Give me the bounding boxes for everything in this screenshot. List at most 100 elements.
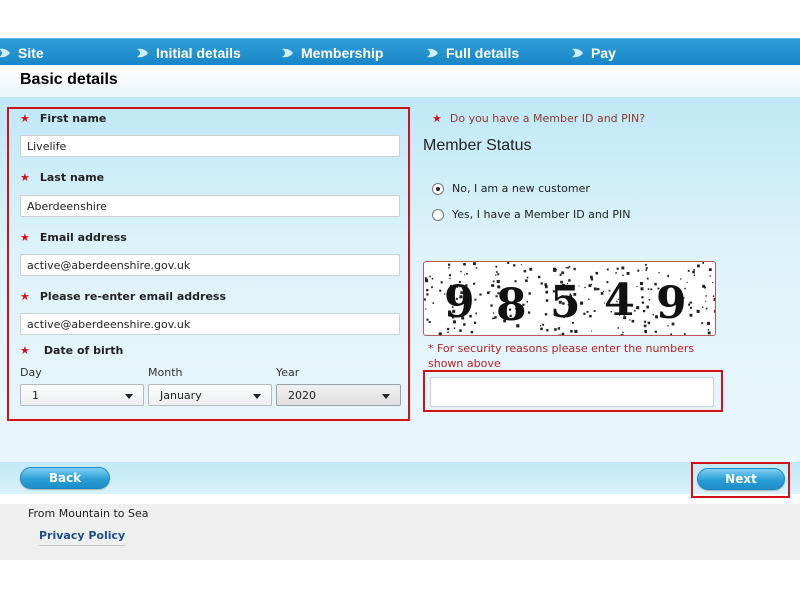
captcha-noise-dot: [588, 298, 590, 300]
dob-year-value: 2020: [288, 388, 316, 402]
captcha-noise-dot: [540, 282, 543, 285]
captcha-noise-dot: [646, 277, 649, 280]
captcha-noise-dot: [463, 263, 466, 266]
step-pay[interactable]: Pay: [571, 43, 616, 62]
captcha-noise-dot: [545, 290, 549, 294]
captcha-noise-dot: [686, 281, 688, 283]
captcha-noise-dot: [561, 332, 565, 335]
captcha-noise-dot: [432, 302, 435, 304]
captcha-noise-dot: [479, 293, 482, 296]
captcha-noise-dot: [554, 328, 557, 331]
captcha-noise-dot: [558, 334, 562, 335]
captcha-noise-dot: [697, 264, 700, 268]
radio-new-customer[interactable]: No, I am a new customer: [432, 182, 590, 195]
captcha-noise-dot: [475, 312, 478, 315]
captcha-noise-dot: [591, 330, 592, 332]
captcha-noise-dot: [636, 306, 640, 310]
last-name-label: ★ Last name: [20, 171, 105, 184]
dob-day-label: Day: [20, 366, 42, 379]
captcha-noise-dot: [705, 295, 707, 297]
captcha-noise-dot: [707, 331, 711, 335]
captcha-noise-dot: [492, 280, 495, 283]
captcha-noise-dot: [439, 289, 442, 292]
chevron-down-icon: [125, 394, 133, 399]
captcha-noise-dot: [702, 262, 704, 264]
captcha-noise-dot: [438, 332, 442, 335]
captcha-noise-dot: [583, 312, 586, 315]
captcha-noise-dot: [645, 267, 648, 269]
radio-button[interactable]: [432, 208, 444, 221]
captcha-noise-dot: [470, 331, 474, 334]
captcha-noise-dot: [553, 267, 557, 271]
captcha-noise-dot: [523, 269, 527, 273]
radio-label: No, I am a new customer: [452, 182, 590, 195]
captcha-noise-dot: [714, 311, 715, 313]
footer-tagline: From Mountain to Sea: [28, 507, 149, 520]
captcha-noise-dot: [652, 314, 654, 316]
captcha-noise-dot: [589, 314, 592, 318]
captcha-noise-dot: [641, 296, 644, 299]
captcha-noise-dot: [431, 277, 434, 280]
captcha-noise-dot: [590, 275, 593, 279]
captcha-noise-dot: [643, 324, 647, 328]
captcha-noise-dot: [538, 275, 541, 279]
captcha-noise-dot: [705, 300, 707, 302]
back-button[interactable]: Back: [20, 467, 110, 489]
captcha-noise-dot: [497, 273, 500, 276]
captcha-input[interactable]: [430, 377, 714, 407]
step-arrow-icon: [572, 48, 583, 57]
email-confirm-input[interactable]: [20, 313, 400, 335]
captcha-noise-dot: [713, 297, 715, 301]
title-bar: Basic details: [0, 65, 800, 97]
captcha-noise-dot: [654, 330, 657, 333]
dob-year-select[interactable]: 2020: [276, 384, 401, 406]
first-name-input[interactable]: [20, 135, 400, 157]
email-input[interactable]: [20, 254, 400, 276]
captcha-noise-dot: [540, 327, 543, 331]
captcha-noise-dot: [426, 318, 429, 321]
chevron-down-icon: [382, 394, 390, 399]
captcha-noise-dot: [690, 306, 692, 309]
step-membership[interactable]: Membership: [281, 43, 383, 62]
captcha-noise-dot: [683, 333, 686, 335]
captcha-noise-dot: [495, 265, 498, 268]
captcha-noise-dot: [712, 295, 715, 297]
captcha-noise-dot: [528, 292, 531, 295]
next-button[interactable]: Next: [697, 468, 785, 490]
captcha-noise-dot: [646, 305, 649, 309]
radio-existing-member[interactable]: Yes, I have a Member ID and PIN: [432, 208, 630, 221]
captcha-noise-dot: [650, 288, 653, 291]
step-initial-details[interactable]: Initial details: [136, 43, 241, 62]
captcha-noise-dot: [644, 330, 647, 333]
last-name-input[interactable]: [20, 195, 400, 217]
captcha-noise-dot: [640, 282, 644, 286]
dob-label: ★ Date of birth: [20, 344, 124, 357]
captcha-noise-dot: [526, 301, 528, 303]
member-status-heading: Member Status: [423, 137, 532, 154]
step-full-details[interactable]: Full details: [426, 43, 519, 62]
captcha-noise-dot: [636, 286, 638, 288]
dob-day-select[interactable]: 1: [20, 384, 144, 406]
dob-month-select[interactable]: January: [148, 384, 272, 406]
step-label: Membership: [301, 44, 384, 61]
required-star-icon: ★: [20, 171, 30, 184]
captcha-noise-dot: [447, 331, 449, 333]
step-label: Full details: [446, 44, 520, 61]
captcha-noise-dot: [473, 262, 476, 266]
step-site[interactable]: Site: [0, 43, 44, 62]
captcha-noise-dot: [640, 287, 644, 291]
captcha-noise-dot: [546, 329, 549, 332]
captcha-noise-dot: [597, 287, 600, 291]
step-label: Site: [18, 44, 44, 61]
captcha-noise-dot: [593, 310, 596, 312]
footer: From Mountain to Sea Privacy Policy: [0, 504, 800, 560]
captcha-noise-dot: [687, 269, 690, 272]
email-confirm-label: ★ Please re-enter email address: [20, 290, 227, 303]
captcha-noise-dot: [460, 270, 462, 273]
captcha-noise-dot: [705, 307, 708, 310]
captcha-noise-dot: [590, 278, 594, 281]
radio-button[interactable]: [432, 182, 444, 195]
step-label: Initial details: [156, 44, 241, 61]
captcha-noise-dot: [616, 267, 619, 270]
privacy-policy-link[interactable]: Privacy Policy: [39, 529, 126, 546]
